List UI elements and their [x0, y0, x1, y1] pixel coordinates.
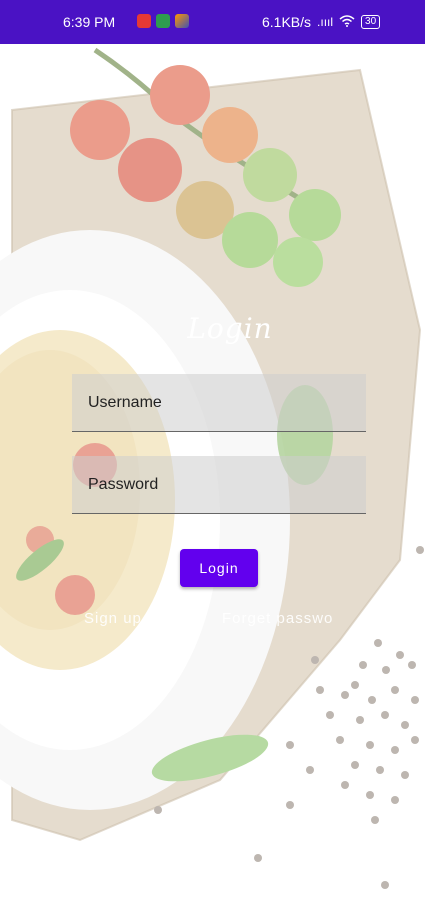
- signal-icon: .ıııl: [317, 15, 334, 29]
- wifi-icon: [339, 14, 355, 30]
- username-input[interactable]: [72, 374, 366, 431]
- username-field[interactable]: [72, 374, 366, 432]
- forgot-password-link[interactable]: Forget password: [222, 610, 334, 627]
- phone-icon: [156, 14, 170, 28]
- status-time: 6:39 PM: [63, 14, 116, 30]
- signup-link[interactable]: Sign up: [84, 610, 148, 627]
- status-right: 6.1KB/s .ıııl 30: [262, 14, 381, 30]
- password-field[interactable]: [72, 456, 366, 514]
- page-title: Login: [187, 312, 273, 345]
- status-bar: 6:39 PM 6.1KB/s .ıııl 30: [0, 0, 425, 44]
- notification-icons: [137, 14, 189, 28]
- youtube-icon: [137, 14, 151, 28]
- login-button[interactable]: Login: [180, 549, 258, 587]
- net-speed: 6.1KB/s: [262, 14, 312, 30]
- battery-icon: 30: [361, 15, 381, 29]
- app-icon: [175, 14, 189, 28]
- password-input[interactable]: [72, 456, 366, 513]
